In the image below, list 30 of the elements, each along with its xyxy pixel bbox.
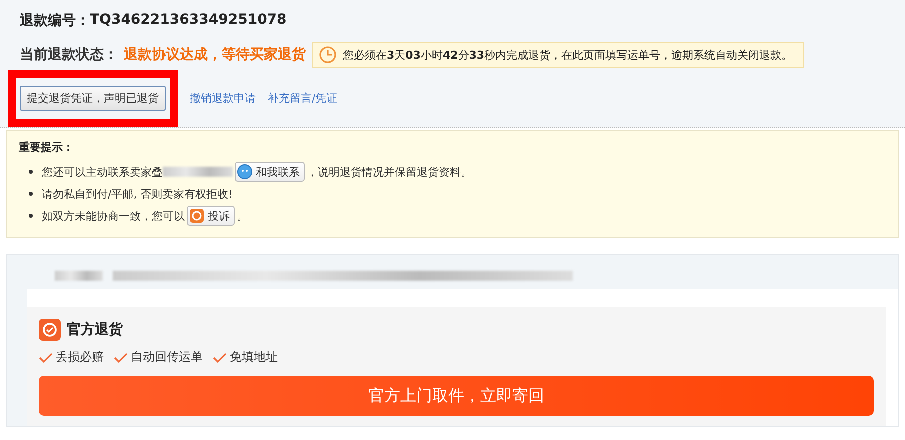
notice-text: 您还可以主动联系卖家叠	[42, 164, 163, 180]
refund-status: 退款协议达成，等待买家退货	[124, 46, 306, 64]
refund-number-label: 退款编号：	[20, 12, 90, 30]
notice-title: 重要提示：	[19, 140, 75, 155]
official-return-title: 官方退货	[67, 321, 123, 339]
notice-text: 。	[237, 208, 248, 224]
check-icon	[39, 352, 53, 364]
feature-text: 免填地址	[230, 349, 278, 366]
bullet	[29, 192, 33, 196]
clock-icon	[319, 46, 337, 64]
contact-button[interactable]: 和我联系	[235, 162, 305, 182]
bullet	[29, 170, 33, 174]
refund-number: TQ346221363349251078	[90, 12, 287, 30]
action-link[interactable]: 补充留言/凭证	[268, 91, 338, 106]
blurred-text	[55, 271, 103, 281]
notice-text: ，说明退货情况并保留退货资料。	[307, 164, 472, 180]
chat-bubble-icon	[237, 164, 253, 180]
deadline-text: 您必须在3天03小时42分33秒内完成退货，在此页面填写运单号，逾期系统自动关闭退款。	[343, 48, 793, 62]
feature-text: 自动回传运单	[131, 349, 203, 366]
check-icon	[213, 352, 227, 364]
bullet	[29, 214, 33, 218]
check-icon	[114, 352, 128, 364]
action-link[interactable]: 撤销退款申请	[190, 91, 256, 106]
status-label: 当前退款状态：	[20, 46, 118, 64]
complain-button[interactable]: 投诉	[187, 206, 235, 226]
submit-proof-button[interactable]: 提交退货凭证，声明已退货	[20, 86, 166, 111]
notice-text: 请勿私自到付/平邮, 否则卖家有权拒收!	[42, 186, 234, 202]
feature-text: 丢损必赔	[56, 349, 104, 366]
blurred-name	[163, 167, 233, 177]
notice-text: 如双方未能协商一致，您可以	[42, 208, 185, 224]
